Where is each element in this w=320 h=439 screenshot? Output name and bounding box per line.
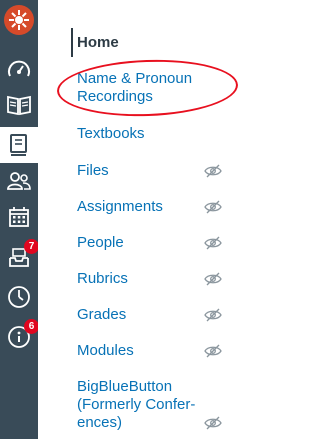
help-badge: 6 (24, 319, 39, 334)
dashboard-nav-item[interactable] (0, 52, 38, 86)
hidden-eye-icon (204, 344, 222, 358)
dashboard-icon (8, 60, 30, 77)
groups-icon (7, 172, 31, 190)
calendar-icon (9, 207, 29, 227)
hidden-eye-icon (204, 416, 222, 430)
active-indicator (71, 28, 73, 57)
courses-active-icon (10, 134, 27, 156)
history-nav-item[interactable] (0, 280, 38, 314)
clock-icon (8, 286, 30, 308)
hidden-eye-icon (204, 200, 222, 214)
course-nav-home[interactable]: Home (77, 34, 237, 52)
course-nav-bigbluebutton[interactable]: BigBlueButton (Formerly Confer- ences) (77, 378, 207, 432)
courses-active-nav-item[interactable] (0, 127, 38, 163)
logo-icon (9, 10, 29, 30)
book-icon (7, 95, 31, 116)
course-nav-name-pronoun-recordings[interactable]: Name & Pronoun Recordings (77, 70, 227, 106)
hidden-eye-icon (204, 308, 222, 322)
inbox-badge: 7 (24, 239, 39, 254)
groups-nav-item[interactable] (0, 164, 38, 198)
courses-nav-item[interactable] (0, 88, 38, 122)
global-nav: 7 6 (0, 0, 39, 439)
hidden-eye-icon (204, 236, 222, 250)
calendar-nav-item[interactable] (0, 200, 38, 234)
course-nav: Home Name & Pronoun Recordings Textbooks… (38, 0, 247, 439)
course-nav-textbooks[interactable]: Textbooks (77, 125, 237, 143)
inbox-nav-item[interactable]: 7 (0, 239, 39, 274)
institution-logo[interactable] (4, 5, 34, 35)
help-nav-item[interactable]: 6 (0, 319, 39, 354)
hidden-eye-icon (204, 164, 222, 178)
hidden-eye-icon (204, 272, 222, 286)
